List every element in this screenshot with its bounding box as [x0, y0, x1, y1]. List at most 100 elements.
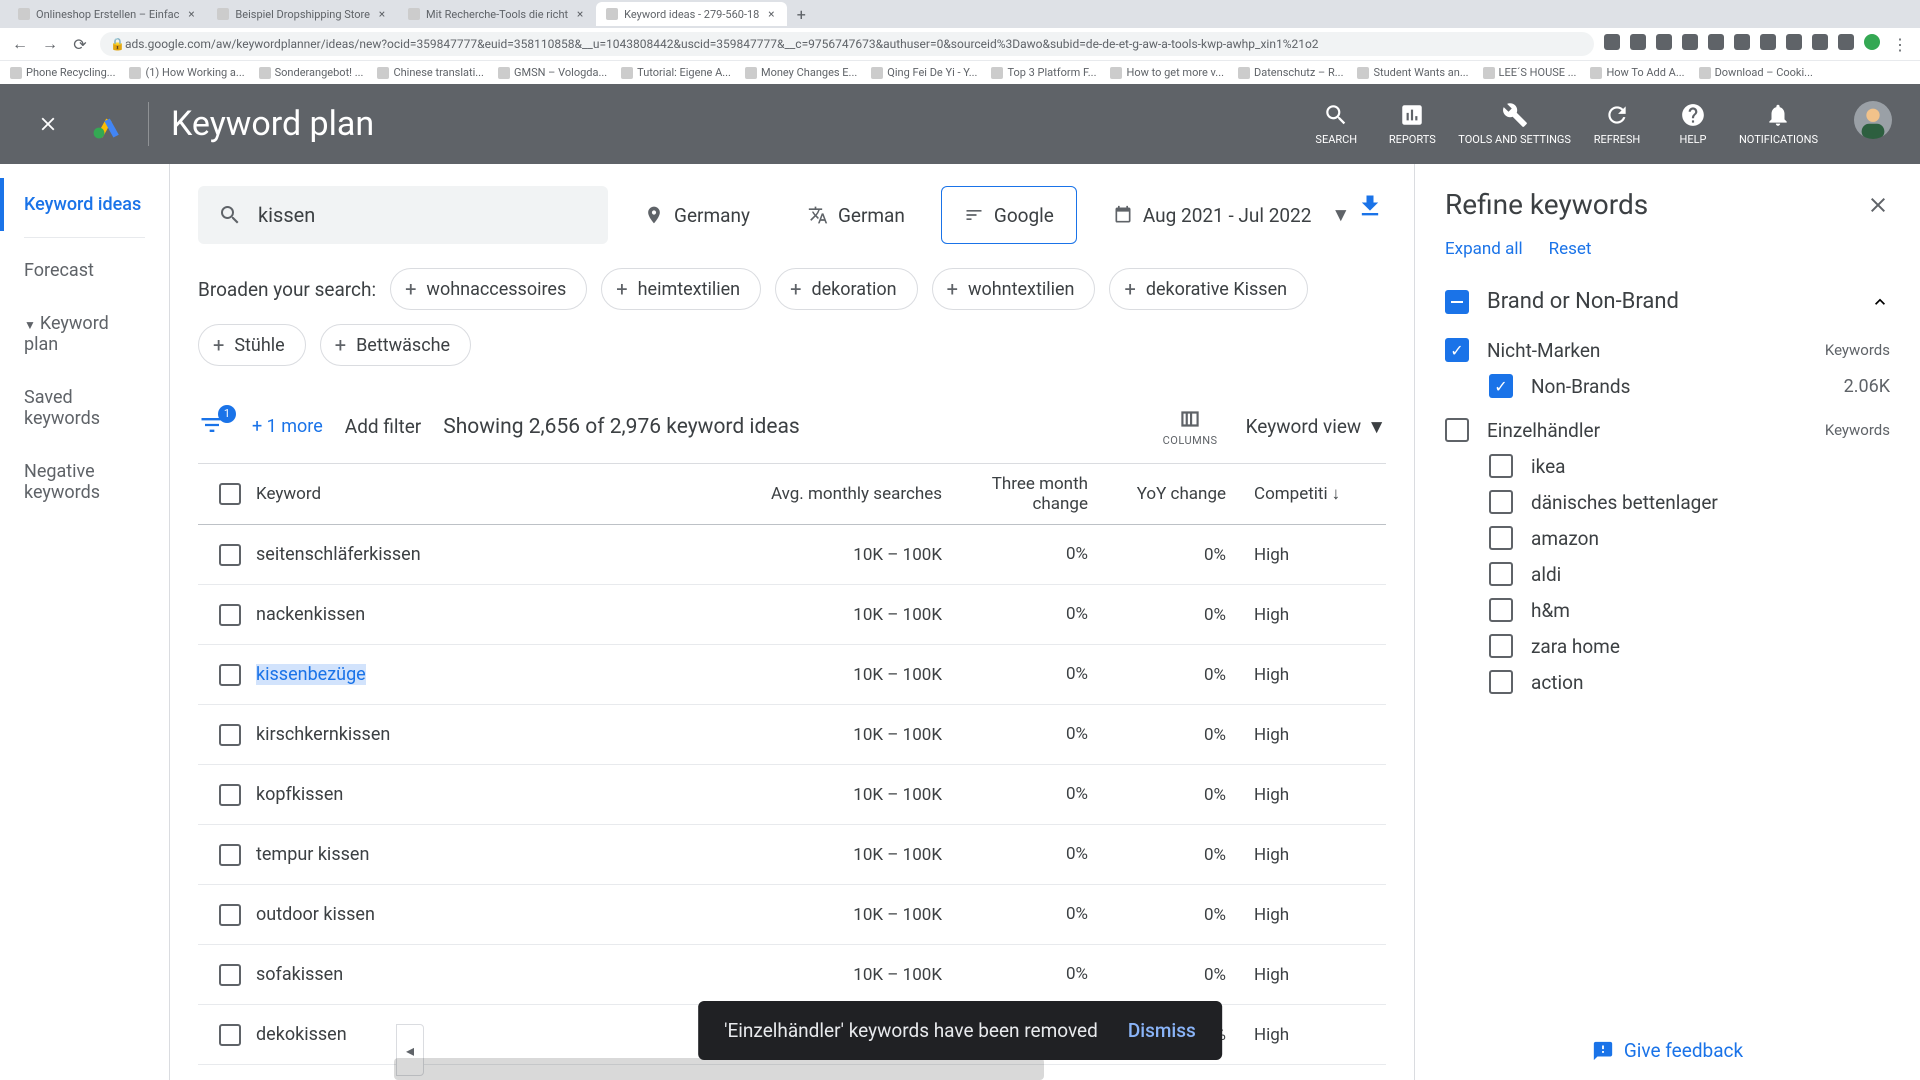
bookmark-item[interactable]: How To Add A... — [1590, 66, 1684, 79]
reset-link[interactable]: Reset — [1549, 239, 1592, 259]
extension-icon[interactable] — [1708, 34, 1724, 50]
broaden-chip[interactable]: +Stühle — [198, 324, 306, 366]
forward-button[interactable]: → — [40, 34, 60, 54]
table-row[interactable]: kirschkernkissen10K – 100K0%0%High — [198, 705, 1386, 765]
column-header-yoy[interactable]: YoY change — [1102, 484, 1240, 504]
feedback-button[interactable]: Give feedback — [1415, 1021, 1920, 1080]
column-header-keyword[interactable]: Keyword — [256, 484, 726, 504]
browser-tab[interactable]: Onlineshop Erstellen – Einfac× — [8, 2, 207, 26]
tools-button[interactable]: TOOLS AND SETTINGS — [1458, 101, 1571, 146]
row-checkbox[interactable] — [219, 664, 241, 686]
bookmark-item[interactable]: (1) How Working a... — [129, 66, 244, 79]
avatar[interactable] — [1854, 101, 1892, 139]
bookmark-item[interactable]: Download – Cooki... — [1699, 66, 1813, 79]
table-row[interactable]: outdoor kissen10K – 100K0%0%High — [198, 885, 1386, 945]
search-button[interactable]: SEARCH — [1306, 101, 1366, 146]
checkbox-unchecked[interactable] — [1445, 418, 1469, 442]
location-filter[interactable]: Germany — [622, 186, 772, 244]
bookmark-item[interactable]: Phone Recycling... — [10, 66, 115, 79]
notifications-button[interactable]: NOTIFICATIONS — [1739, 101, 1818, 146]
download-button[interactable] — [1350, 186, 1390, 226]
filter-icon[interactable]: 1 — [198, 411, 230, 443]
sidebar-item-keyword-ideas[interactable]: Keyword ideas — [0, 178, 169, 231]
extension-icon[interactable] — [1734, 34, 1750, 50]
row-checkbox[interactable] — [219, 604, 241, 626]
sidebar-item-saved-keywords[interactable]: Saved keywords — [0, 371, 169, 445]
bookmark-item[interactable]: LEE´S HOUSE ... — [1483, 66, 1577, 79]
table-row[interactable]: kopfkissen10K – 100K0%0%High — [198, 765, 1386, 825]
checkbox-unchecked[interactable] — [1489, 562, 1513, 586]
extension-icon[interactable] — [1786, 34, 1802, 50]
extension-icon[interactable] — [1812, 34, 1828, 50]
more-filters-link[interactable]: + 1 more — [252, 416, 323, 437]
close-icon[interactable]: × — [185, 8, 197, 20]
broaden-chip[interactable]: +heimtextilien — [601, 268, 761, 310]
bookmark-item[interactable]: Money Changes E... — [745, 66, 857, 79]
bookmark-item[interactable]: Tutorial: Eigene A... — [621, 66, 731, 79]
bookmark-item[interactable]: GMSN – Vologda... — [498, 66, 607, 79]
row-checkbox[interactable] — [219, 1024, 241, 1046]
reports-button[interactable]: REPORTS — [1382, 101, 1442, 146]
bookmark-item[interactable]: Top 3 Platform F... — [991, 66, 1096, 79]
browser-tab[interactable]: Beispiel Dropshipping Store× — [207, 2, 398, 26]
new-tab-button[interactable]: + — [791, 4, 811, 24]
sidebar-item-forecast[interactable]: Forecast — [0, 244, 169, 297]
extension-icon[interactable] — [1604, 34, 1620, 50]
table-row[interactable]: sofakissen10K – 100K0%0%High — [198, 945, 1386, 1005]
column-header-competition[interactable]: Competiti↓ — [1240, 484, 1380, 504]
checkbox-unchecked[interactable] — [1489, 670, 1513, 694]
extension-icon[interactable] — [1630, 34, 1646, 50]
refresh-button[interactable]: REFRESH — [1587, 101, 1647, 146]
bookmark-item[interactable]: How to get more v... — [1110, 66, 1224, 79]
close-icon[interactable]: × — [376, 8, 388, 20]
reload-button[interactable]: ⟳ — [70, 34, 90, 54]
add-filter-button[interactable]: Add filter — [345, 415, 421, 438]
checkbox-checked[interactable]: ✓ — [1445, 338, 1469, 362]
browser-tab-active[interactable]: Keyword ideas - 279-560-18× — [596, 2, 787, 26]
broaden-chip[interactable]: +wohnaccessoires — [390, 268, 587, 310]
expand-all-link[interactable]: Expand all — [1445, 239, 1523, 259]
table-row[interactable]: tempur kissen10K – 100K0%0%High — [198, 825, 1386, 885]
table-row[interactable]: seitenschläferkissen10K – 100K0%0%High — [198, 525, 1386, 585]
broaden-chip[interactable]: +dekorative Kissen — [1109, 268, 1308, 310]
network-filter[interactable]: Google — [941, 186, 1077, 244]
checkbox-unchecked[interactable] — [1489, 598, 1513, 622]
checkbox-unchecked[interactable] — [1489, 490, 1513, 514]
checkbox-unchecked[interactable] — [1489, 526, 1513, 550]
column-header-three-month[interactable]: Three month change — [956, 474, 1102, 515]
row-checkbox[interactable] — [219, 784, 241, 806]
close-button[interactable] — [28, 104, 68, 144]
language-filter[interactable]: German — [786, 186, 927, 244]
bookmark-item[interactable]: Sonderangebot! ... — [259, 66, 364, 79]
row-checkbox[interactable] — [219, 544, 241, 566]
horizontal-scrollbar[interactable] — [394, 1058, 1044, 1080]
select-all-checkbox[interactable] — [219, 483, 241, 505]
view-dropdown[interactable]: Keyword view ▼ — [1246, 415, 1386, 439]
group-checkbox-indeterminate[interactable] — [1445, 290, 1469, 314]
browser-tab[interactable]: Mit Recherche-Tools die richt× — [398, 2, 596, 26]
columns-button[interactable]: COLUMNS — [1163, 406, 1218, 447]
help-button[interactable]: HELP — [1663, 101, 1723, 146]
bookmark-item[interactable]: Datenschutz – R... — [1238, 66, 1343, 79]
bookmark-item[interactable]: Chinese translati... — [377, 66, 484, 79]
chevron-up-icon[interactable] — [1870, 292, 1890, 312]
broaden-chip[interactable]: +dekoration — [775, 268, 917, 310]
checkbox-checked[interactable]: ✓ — [1489, 374, 1513, 398]
toast-dismiss-button[interactable]: Dismiss — [1128, 1019, 1196, 1042]
broaden-chip[interactable]: +wohntextilien — [932, 268, 1096, 310]
url-input[interactable]: 🔒 ads.google.com/aw/keywordplanner/ideas… — [100, 32, 1594, 56]
row-checkbox[interactable] — [219, 724, 241, 746]
close-icon[interactable]: × — [574, 8, 586, 20]
close-icon[interactable]: × — [765, 8, 777, 20]
row-checkbox[interactable] — [219, 844, 241, 866]
checkbox-unchecked[interactable] — [1489, 454, 1513, 478]
search-input[interactable]: kissen — [198, 186, 608, 244]
checkbox-unchecked[interactable] — [1489, 634, 1513, 658]
menu-button[interactable]: ⋮ — [1890, 34, 1910, 54]
extension-icon[interactable] — [1760, 34, 1776, 50]
row-checkbox[interactable] — [219, 964, 241, 986]
bookmark-item[interactable]: Qing Fei De Yi - Y... — [871, 66, 977, 79]
row-checkbox[interactable] — [219, 904, 241, 926]
date-filter[interactable]: Aug 2021 - Jul 2022 ▼ — [1091, 186, 1372, 244]
extension-icon[interactable] — [1656, 34, 1672, 50]
